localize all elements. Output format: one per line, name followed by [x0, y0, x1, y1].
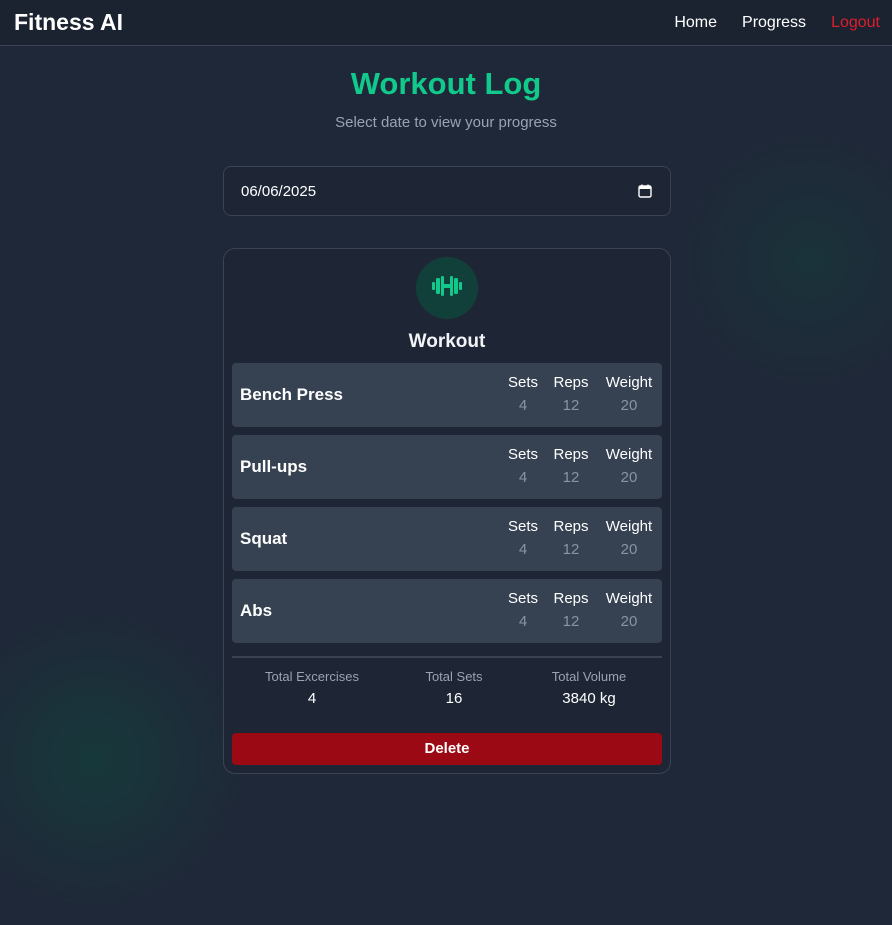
sets-value: 4 — [518, 541, 528, 558]
weight-label: Weight — [605, 374, 653, 391]
sets-value: 4 — [518, 469, 528, 486]
nav-links: Home Progress Logout — [674, 14, 880, 32]
delete-button[interactable]: Delete — [232, 733, 662, 765]
weight-label: Weight — [605, 518, 653, 535]
sets-stat: Sets 4 — [504, 374, 542, 414]
total-volume-label: Total Volume — [551, 669, 627, 684]
weight-label: Weight — [605, 446, 653, 463]
reps-value: 12 — [562, 397, 580, 414]
total-exercises-value: 4 — [307, 690, 317, 707]
sets-label: Sets — [507, 446, 538, 463]
page-subtitle: Select date to view your progress — [335, 114, 557, 131]
total-sets-value: 16 — [445, 690, 463, 707]
reps-value: 12 — [562, 469, 580, 486]
nav-link-home[interactable]: Home — [674, 14, 717, 32]
exercise-row: Pull-ups Sets 4 Reps 12 Weight 20 — [232, 435, 662, 499]
weight-value: 20 — [620, 541, 638, 558]
calendar-icon[interactable] — [638, 184, 652, 198]
exercise-name: Pull-ups — [240, 457, 308, 476]
weight-value: 20 — [620, 613, 638, 630]
weight-label: Weight — [605, 590, 653, 607]
total-volume: Total Volume 3840 kg — [529, 669, 649, 707]
reps-value: 12 — [562, 541, 580, 558]
total-sets: Total Sets 16 — [394, 669, 514, 707]
reps-label: Reps — [553, 374, 589, 391]
sets-value: 4 — [518, 613, 528, 630]
reps-stat: Reps 12 — [550, 374, 592, 414]
nav-link-logout[interactable]: Logout — [831, 14, 880, 32]
reps-stat: Reps 12 — [550, 446, 592, 486]
exercise-row: Bench Press Sets 4 Reps 12 Weight 20 — [232, 363, 662, 427]
sets-stat: Sets 4 — [504, 518, 542, 558]
nav-link-progress[interactable]: Progress — [742, 14, 806, 32]
reps-label: Reps — [553, 518, 589, 535]
exercise-name: Squat — [240, 529, 288, 548]
navbar: Fitness AI Home Progress Logout — [0, 0, 892, 46]
reps-label: Reps — [553, 446, 589, 463]
total-volume-value: 3840 kg — [562, 690, 616, 707]
date-value: 06/06/2025 — [241, 182, 317, 200]
brand-logo[interactable]: Fitness AI — [14, 9, 123, 36]
exercise-name: Bench Press — [240, 385, 343, 404]
page-title: Workout Log — [350, 66, 542, 101]
exercise-name: Abs — [240, 601, 273, 620]
reps-label: Reps — [553, 590, 589, 607]
weight-stat: Weight 20 — [600, 446, 658, 486]
weight-value: 20 — [620, 397, 638, 414]
weight-stat: Weight 20 — [600, 518, 658, 558]
sets-label: Sets — [507, 374, 538, 391]
exercise-row: Abs Sets 4 Reps 12 Weight 20 — [232, 579, 662, 643]
total-exercises: Total Excercises 4 — [252, 669, 372, 707]
sets-label: Sets — [507, 590, 538, 607]
reps-stat: Reps 12 — [550, 590, 592, 630]
total-sets-label: Total Sets — [425, 669, 483, 684]
reps-stat: Reps 12 — [550, 518, 592, 558]
reps-value: 12 — [562, 613, 580, 630]
total-exercises-label: Total Excercises — [265, 669, 359, 684]
workout-icon-badge — [416, 257, 478, 319]
date-input[interactable]: 06/06/2025 — [223, 166, 671, 216]
dumbbell-icon — [431, 275, 463, 302]
totals-divider — [232, 656, 662, 658]
workout-card: Workout Bench Press Sets 4 Reps 12 Weigh… — [223, 248, 671, 774]
exercise-row: Squat Sets 4 Reps 12 Weight 20 — [232, 507, 662, 571]
weight-stat: Weight 20 — [600, 374, 658, 414]
sets-stat: Sets 4 — [504, 446, 542, 486]
sets-label: Sets — [507, 518, 538, 535]
sets-value: 4 — [518, 397, 528, 414]
weight-value: 20 — [620, 469, 638, 486]
sets-stat: Sets 4 — [504, 590, 542, 630]
workout-title: Workout — [408, 331, 486, 352]
weight-stat: Weight 20 — [600, 590, 658, 630]
